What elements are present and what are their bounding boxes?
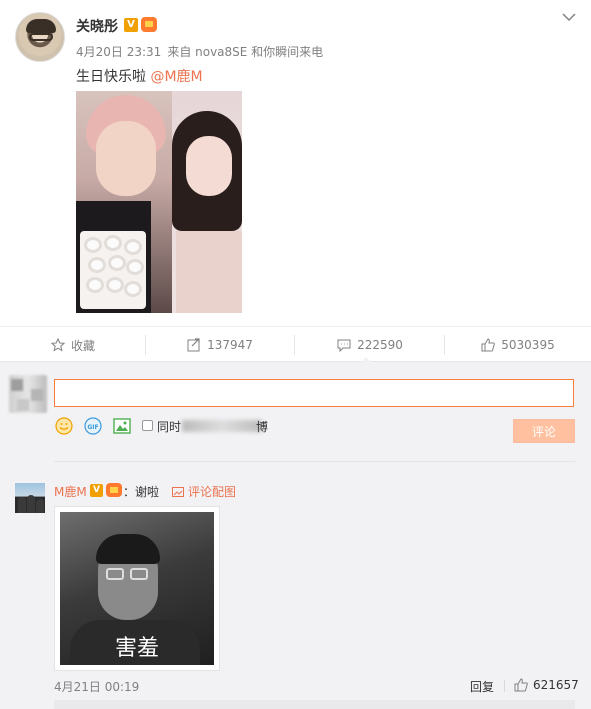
- photo-figure: [96, 121, 156, 196]
- verified-badge-icon[interactable]: V: [90, 484, 103, 497]
- repost-button[interactable]: 137947: [146, 327, 294, 363]
- comment-time: 4月21日 00:19: [54, 680, 140, 694]
- photo-figure: [176, 231, 242, 313]
- current-user-avatar[interactable]: [9, 375, 47, 413]
- commenter-avatar[interactable]: [15, 483, 45, 513]
- comment-like-count: 621657: [533, 678, 579, 692]
- image-icon[interactable]: [113, 417, 131, 435]
- comment-text: ：谢啦: [123, 485, 160, 499]
- sync-repost-checkbox[interactable]: [142, 420, 153, 431]
- comment-picture-label: 评论配图: [188, 485, 237, 499]
- repost-count: 137947: [207, 338, 253, 352]
- gif-icon[interactable]: GIF: [84, 417, 102, 435]
- post-photo[interactable]: [76, 91, 242, 313]
- commenter-name[interactable]: M鹿M: [54, 483, 87, 500]
- like-button[interactable]: 5030395: [445, 327, 591, 363]
- svg-text:GIF: GIF: [87, 424, 98, 431]
- submit-comment-button[interactable]: 评论: [513, 419, 575, 443]
- photo-flower-box: [80, 231, 146, 309]
- photo-figure: [186, 136, 232, 196]
- post-source[interactable]: 来自 nova8SE 和你瞬间来电: [167, 45, 323, 59]
- image-figure: [96, 534, 160, 564]
- comment-pointer: [360, 357, 372, 363]
- thumb-up-icon: [514, 678, 528, 692]
- like-icon: [481, 338, 496, 352]
- repost-icon: [187, 338, 200, 352]
- post-meta: 4月20日 23:31 来自 nova8SE 和你瞬间来电: [76, 43, 329, 60]
- more-comments-bar: [54, 700, 575, 709]
- post-date[interactable]: 4月20日 23:31: [76, 45, 161, 59]
- sync-repost-label-tail: 博: [256, 420, 269, 434]
- comment-input[interactable]: [54, 379, 574, 407]
- like-count: 5030395: [501, 338, 555, 352]
- author-name[interactable]: 关晓彤: [76, 16, 118, 36]
- reply-button[interactable]: 回复: [470, 678, 494, 695]
- vip-crown-icon[interactable]: [106, 483, 122, 497]
- image-figure: [130, 568, 148, 580]
- image-figure: [106, 568, 124, 580]
- avatar-hair: [26, 19, 56, 33]
- comment-image-content: 害羞: [60, 512, 214, 665]
- emoji-icon[interactable]: [55, 417, 73, 435]
- post-text: 生日快乐啦 @M鹿M: [76, 66, 203, 86]
- divider: [504, 680, 505, 692]
- post-body: 生日快乐啦: [76, 69, 151, 85]
- favorite-button[interactable]: 收藏: [0, 327, 146, 363]
- picture-icon: [172, 486, 184, 497]
- comment-count: 222590: [357, 338, 403, 352]
- chevron-down-icon[interactable]: [562, 12, 576, 22]
- weibo-post-card: 关晓彤 V 4月20日 23:31 来自 nova8SE 和你瞬间来电 生日快乐啦…: [0, 0, 591, 709]
- action-bar: 收藏 137947 222590 5030395: [0, 326, 591, 362]
- comment-picture-link[interactable]: 评论配图: [172, 483, 236, 500]
- star-icon: [50, 338, 65, 352]
- comment-text-field[interactable]: [55, 380, 573, 406]
- comment-icon: [337, 339, 351, 352]
- verified-badge-icon[interactable]: V: [124, 18, 138, 32]
- image-caption: 害羞: [114, 636, 159, 661]
- vip-crown-icon[interactable]: [141, 17, 157, 32]
- comment-like-button[interactable]: 621657: [514, 678, 579, 692]
- comment-image[interactable]: 害羞: [54, 506, 220, 671]
- favorite-label: 收藏: [70, 338, 95, 353]
- author-avatar[interactable]: [15, 12, 65, 62]
- redacted-text: [182, 420, 262, 432]
- avatar-glasses: [29, 33, 53, 41]
- mention-link[interactable]: @M鹿M: [150, 69, 202, 85]
- sync-repost-label: 同时: [157, 420, 182, 434]
- section-divider: [54, 461, 575, 462]
